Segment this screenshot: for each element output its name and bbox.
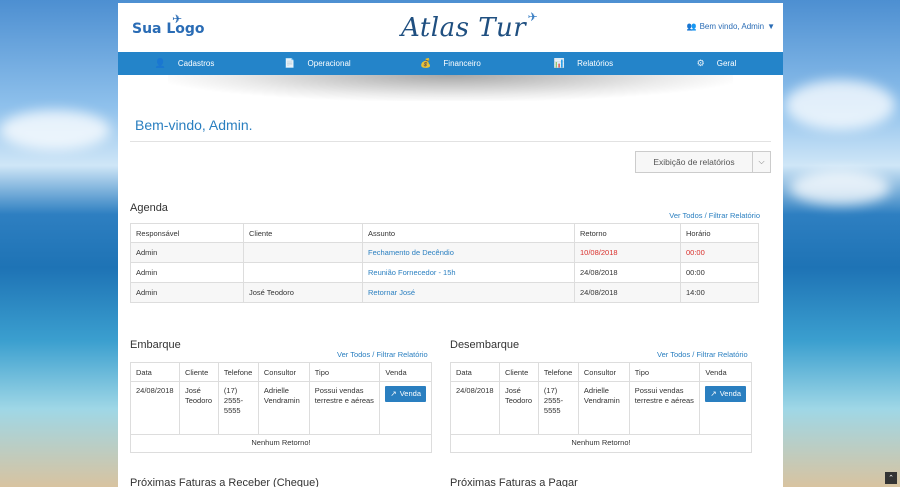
table-row: Admin José Teodoro Retornar José 24/08/2… (130, 282, 759, 303)
gears-icon: ⚙ (696, 58, 705, 68)
column-header: Telefone (217, 362, 259, 382)
column-header: Data (450, 362, 500, 382)
column-header: Venda (699, 362, 752, 382)
empty-message: Nenhum Retorno! (450, 434, 752, 453)
column-header: Responsável (130, 223, 244, 243)
caret-down-icon: ▼ (767, 22, 775, 31)
column-header: Cliente (243, 223, 363, 243)
empty-message: Nenhum Retorno! (130, 434, 432, 453)
column-header: Cliente (498, 362, 539, 382)
nav-shadow (168, 75, 733, 101)
airplane-icon: ✈ (172, 12, 183, 26)
desembarque-table: Data Cliente Telefone Consultor Tipo Ven… (450, 362, 752, 453)
external-link-icon: ↗ (390, 389, 397, 398)
venda-button[interactable]: ↗ Venda (385, 386, 426, 403)
dashboard-page: Sua Logo ✈ Atlas Tur ✈ 👥 Bem vindo, Admi… (118, 3, 783, 487)
nav-cadastros[interactable]: 👤 Cadastros (118, 52, 251, 75)
table-row: 24/08/2018 José Teodoro (17) 2555-5555 A… (450, 381, 752, 435)
nav-operacional[interactable]: 📄 Operacional (251, 52, 384, 75)
agenda-title: Agenda (130, 202, 168, 214)
logo-left[interactable]: Sua Logo ✈ (132, 12, 205, 37)
desembarque-view-all-link[interactable]: Ver Todos / Filtrar Relatório (657, 350, 748, 359)
table-row: Nenhum Retorno! (450, 434, 752, 453)
divider (130, 141, 771, 142)
agenda-table: Responsável Cliente Assunto Retorno Horá… (130, 223, 759, 303)
agenda-view-all-link[interactable]: Ver Todos / Filtrar Relatório (669, 211, 760, 220)
table-row: Nenhum Retorno! (130, 434, 432, 453)
background-cloud (790, 170, 890, 205)
top-header: Sua Logo ✈ Atlas Tur ✈ 👥 Bem vindo, Admi… (118, 3, 783, 52)
table-row: 24/08/2018 José Teodoro (17) 2555-5555 A… (130, 381, 432, 435)
agenda-subject-link[interactable]: Reunião Fornecedor - 15h (362, 262, 575, 283)
atlas-tur-logo[interactable]: Atlas Tur ✈ (401, 10, 538, 43)
desembarque-title: Desembarque (450, 339, 520, 351)
column-header: Tipo (628, 362, 701, 382)
money-bag-icon: 💰 (420, 58, 432, 68)
report-display-select[interactable]: Exibição de relatórios ⌵ (635, 151, 771, 173)
document-icon: 📄 (284, 58, 296, 68)
user-icon: 👤 (154, 58, 166, 68)
user-menu[interactable]: 👥 Bem vindo, Admin ▼ (687, 22, 775, 31)
column-header: Consultor (577, 362, 630, 382)
users-icon: 👥 (686, 22, 697, 31)
nav-financeiro[interactable]: 💰 Financeiro (384, 52, 517, 75)
column-header: Retorno (574, 223, 681, 243)
column-header: Horário (680, 223, 759, 243)
column-header: Assunto (362, 223, 575, 243)
background-cloud (785, 80, 895, 130)
agenda-subject-link[interactable]: Retornar José (362, 282, 575, 303)
agenda-subject-link[interactable]: Fechamento de Decêndio (362, 242, 575, 263)
payables-title: Próximas Faturas a Pagar (450, 477, 578, 487)
main-nav: 👤 Cadastros 📄 Operacional 💰 Financeiro 📊… (118, 52, 783, 75)
chart-icon: 📊 (553, 58, 566, 68)
chevron-down-icon: ⌵ (752, 152, 770, 172)
column-header: Cliente (178, 362, 219, 382)
embarque-title: Embarque (130, 339, 181, 351)
receivables-title: Próximas Faturas a Receber (Cheque) (130, 477, 319, 487)
scroll-to-top-button[interactable]: ⌃ (885, 472, 897, 484)
welcome-title: Bem-vindo, Admin. (135, 117, 253, 133)
airplane-icon: ✈ (527, 10, 539, 24)
venda-button[interactable]: ↗ Venda (705, 386, 746, 403)
column-header: Venda (379, 362, 432, 382)
column-header: Tipo (308, 362, 381, 382)
embarque-view-all-link[interactable]: Ver Todos / Filtrar Relatório (337, 350, 428, 359)
column-header: Data (130, 362, 180, 382)
external-link-icon: ↗ (710, 389, 717, 398)
table-row: Admin Reunião Fornecedor - 15h 24/08/201… (130, 262, 759, 283)
column-header: Telefone (537, 362, 579, 382)
table-row: Admin Fechamento de Decêndio 10/08/2018 … (130, 242, 759, 263)
embarque-table: Data Cliente Telefone Consultor Tipo Ven… (130, 362, 432, 453)
nav-relatorios[interactable]: 📊 Relatórios (517, 52, 650, 75)
background-cloud (0, 110, 110, 150)
double-chevron-up-icon: ⌃ (888, 475, 894, 482)
column-header: Consultor (257, 362, 310, 382)
nav-geral[interactable]: ⚙ Geral (650, 52, 783, 75)
